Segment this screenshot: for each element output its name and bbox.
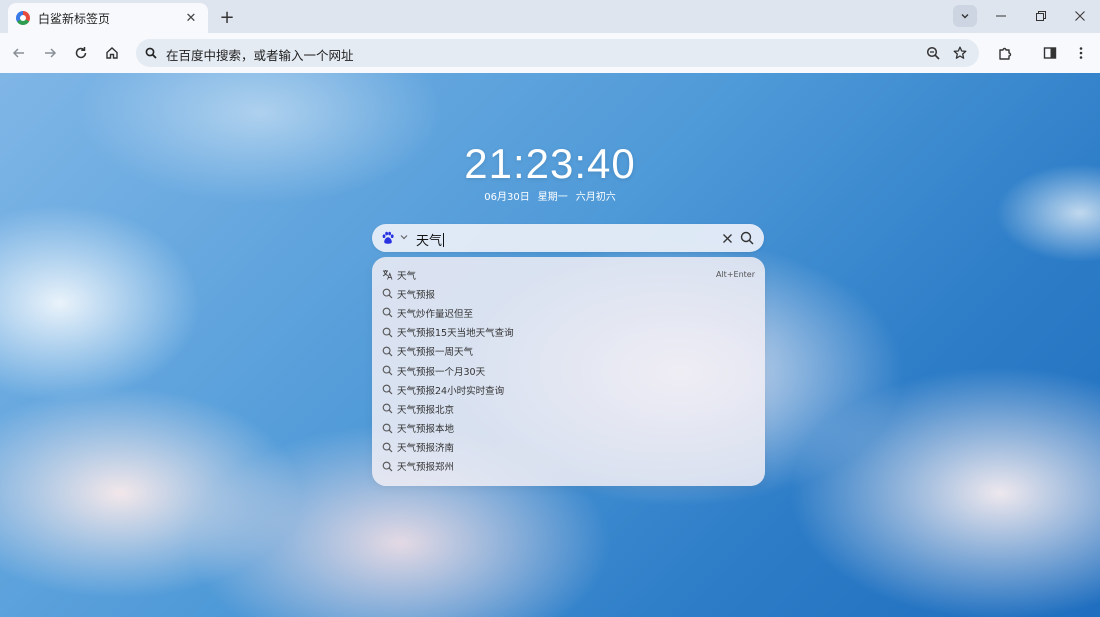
close-window-button[interactable] [1066,4,1094,28]
address-placeholder: 在百度中搜索，或者输入一个网址 [166,45,354,64]
search-icon [381,460,393,472]
reload-icon [74,46,88,60]
suggestion-text: 天气预报一个月30天 [397,364,485,378]
suggestion-item[interactable]: 天气预报一个月30天 [372,361,765,380]
search-input[interactable]: 天气 [416,230,444,249]
puzzle-icon [998,46,1013,61]
suggestion-item[interactable]: 天气预报15天当地天气查询 [372,323,765,342]
arrow-right-icon [43,46,57,60]
suggestion-text: 天气预报郑州 [397,459,454,473]
back-button[interactable] [7,41,31,65]
suggestion-dropdown: 天气 Alt+Enter 天气预报天气炒作量迟但至天气预报15天当地天气查询天气… [372,257,765,486]
tab-close-button[interactable]: ✕ [182,9,200,27]
home-icon [105,46,119,60]
side-panel-button[interactable] [1038,41,1062,65]
suggestion-text: 天气 [397,268,416,282]
suggestion-item[interactable]: 天气炒作量迟但至 [372,303,765,322]
clock-date-line: 06月30日星期一六月初六 [0,188,1100,203]
extensions-button[interactable] [993,41,1017,65]
suggestion-text: 天气预报15天当地天气查询 [397,325,514,339]
suggestion-text: 天气预报本地 [397,421,454,435]
home-button[interactable] [100,41,124,65]
address-bar[interactable]: 在百度中搜索，或者输入一个网址 [136,39,979,67]
restore-button[interactable] [1027,4,1055,28]
suggestion-text: 天气预报北京 [397,402,454,416]
clock-weekday: 星期一 [538,192,568,203]
more-vertical-icon [1074,46,1088,60]
shortcut-hint: Alt+Enter [716,270,755,279]
browser-logo-icon [16,11,30,25]
zoom-icon[interactable] [924,44,942,62]
suggestion-text: 天气预报济南 [397,440,454,454]
search-box[interactable]: 天气 [372,224,764,252]
search-icon [142,44,160,62]
search-icon [381,345,393,357]
star-icon[interactable] [951,44,969,62]
suggestion-item[interactable]: 天气预报24小时实时查询 [372,380,765,399]
search-query: 天气 [416,234,442,249]
search-icon [381,403,393,415]
arrow-left-icon [12,46,26,60]
forward-button[interactable] [38,41,62,65]
minimize-button[interactable] [987,4,1015,28]
suggestion-item[interactable]: 天气预报北京 [372,399,765,418]
text-cursor [443,233,444,247]
new-tab-button[interactable]: + [216,6,238,28]
reload-button[interactable] [69,41,93,65]
chevron-down-icon[interactable] [399,232,409,242]
search-icon [381,384,393,396]
tab-active[interactable]: 白鲨新标签页 ✕ [8,3,208,33]
search-icon [381,326,393,338]
search-icon [381,441,393,453]
chevron-down-icon [960,11,970,21]
baidu-paw-icon[interactable] [381,231,395,245]
suggestion-item[interactable]: 天气预报济南 [372,438,765,457]
close-icon [723,234,732,243]
tab-title: 白鲨新标签页 [38,10,182,27]
side-panel-icon [1043,46,1057,60]
suggestion-item[interactable]: 天气预报郑州 [372,457,765,476]
search-icon [381,288,393,300]
suggestion-text: 天气预报一周天气 [397,344,473,358]
clock-date: 06月30日 [484,192,529,203]
suggestion-translate[interactable]: 天气 Alt+Enter [372,265,765,284]
suggestion-text: 天气炒作量迟但至 [397,306,473,320]
search-icon [740,231,754,245]
search-icon [381,422,393,434]
search-icon [381,307,393,319]
restore-icon [1036,11,1046,21]
suggestion-list: 天气预报天气炒作量迟但至天气预报15天当地天气查询天气预报一周天气天气预报一个月… [372,284,765,476]
tab-strip: 白鲨新标签页 ✕ + [0,0,1100,33]
minimize-icon [996,11,1006,21]
search-submit-button[interactable] [739,230,755,246]
suggestion-item[interactable]: 天气预报一周天气 [372,342,765,361]
translate-icon [381,269,393,281]
suggestion-item[interactable]: 天气预报本地 [372,419,765,438]
search-icon [381,365,393,377]
clock-lunar-date: 六月初六 [576,192,616,203]
menu-button[interactable] [1069,41,1093,65]
toolbar: 在百度中搜索，或者输入一个网址 [0,33,1100,73]
suggestion-text: 天气预报 [397,287,435,301]
close-icon [1075,11,1085,21]
suggestion-text: 天气预报24小时实时查询 [397,383,504,397]
clear-search-button[interactable] [720,231,734,245]
new-tab-page: 21:23:40 06月30日星期一六月初六 天气 天气 Alt+Enter 天… [0,73,1100,617]
clock-time: 21:23:40 [0,140,1100,188]
tab-search-button[interactable] [953,5,977,27]
suggestion-item[interactable]: 天气预报 [372,284,765,303]
